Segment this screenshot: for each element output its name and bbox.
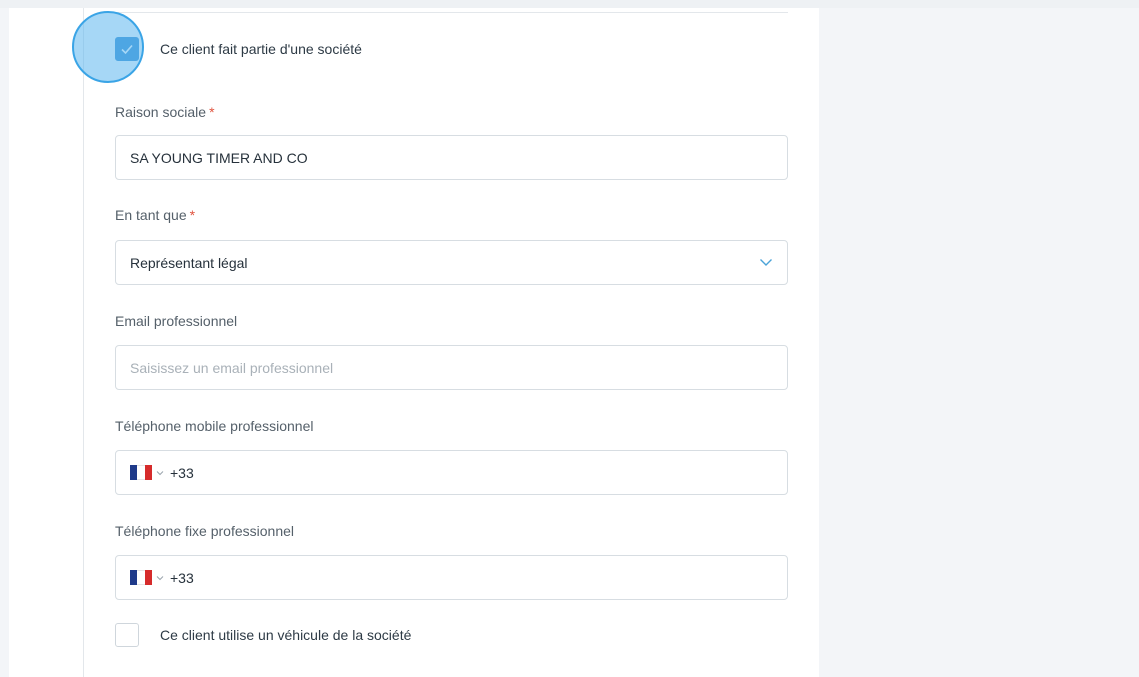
raison-sociale-input[interactable]: SA YOUNG TIMER AND CO [115,135,788,180]
en-tant-que-label: En tant que * [115,207,195,223]
email-pro-input[interactable]: Saisissez un email professionnel [115,345,788,390]
company-checkbox[interactable] [115,37,139,61]
france-flag-icon[interactable] [130,465,152,480]
fixe-pro-input[interactable]: +33 [115,555,788,600]
en-tant-que-label-text: En tant que [115,207,187,223]
email-pro-placeholder: Saisissez un email professionnel [130,359,334,376]
en-tant-que-select[interactable]: Représentant légal [115,240,788,285]
en-tant-que-value: Représentant légal [130,254,248,271]
required-mark: * [209,104,215,120]
raison-sociale-value: SA YOUNG TIMER AND CO [130,149,308,166]
check-icon [121,44,133,55]
page: Ce client fait partie d'une société Rais… [0,0,1139,677]
raison-sociale-label-text: Raison sociale [115,104,207,120]
top-strip [0,0,1139,8]
required-mark: * [189,207,196,223]
email-pro-label: Email professionnel [115,313,238,329]
france-flag-icon[interactable] [130,570,152,585]
fixe-dial-code: +33 [170,569,194,586]
chevron-down-icon[interactable] [156,574,164,582]
vehicle-checkbox[interactable] [115,623,139,647]
fixe-pro-label: Téléphone fixe professionnel [115,523,295,539]
divider [115,12,788,13]
chevron-down-icon[interactable] [759,255,773,269]
raison-sociale-label: Raison sociale * [115,104,215,120]
vehicle-checkbox-row[interactable]: Ce client utilise un véhicule de la soci… [115,621,411,649]
mobile-pro-label: Téléphone mobile professionnel [115,418,314,434]
company-checkbox-label: Ce client fait partie d'une société [160,41,362,57]
vehicle-checkbox-label: Ce client utilise un véhicule de la soci… [160,627,412,643]
company-checkbox-row[interactable]: Ce client fait partie d'une société [115,35,362,63]
mobile-dial-code: +33 [170,464,194,481]
mobile-pro-input[interactable]: +33 [115,450,788,495]
chevron-down-icon[interactable] [156,469,164,477]
